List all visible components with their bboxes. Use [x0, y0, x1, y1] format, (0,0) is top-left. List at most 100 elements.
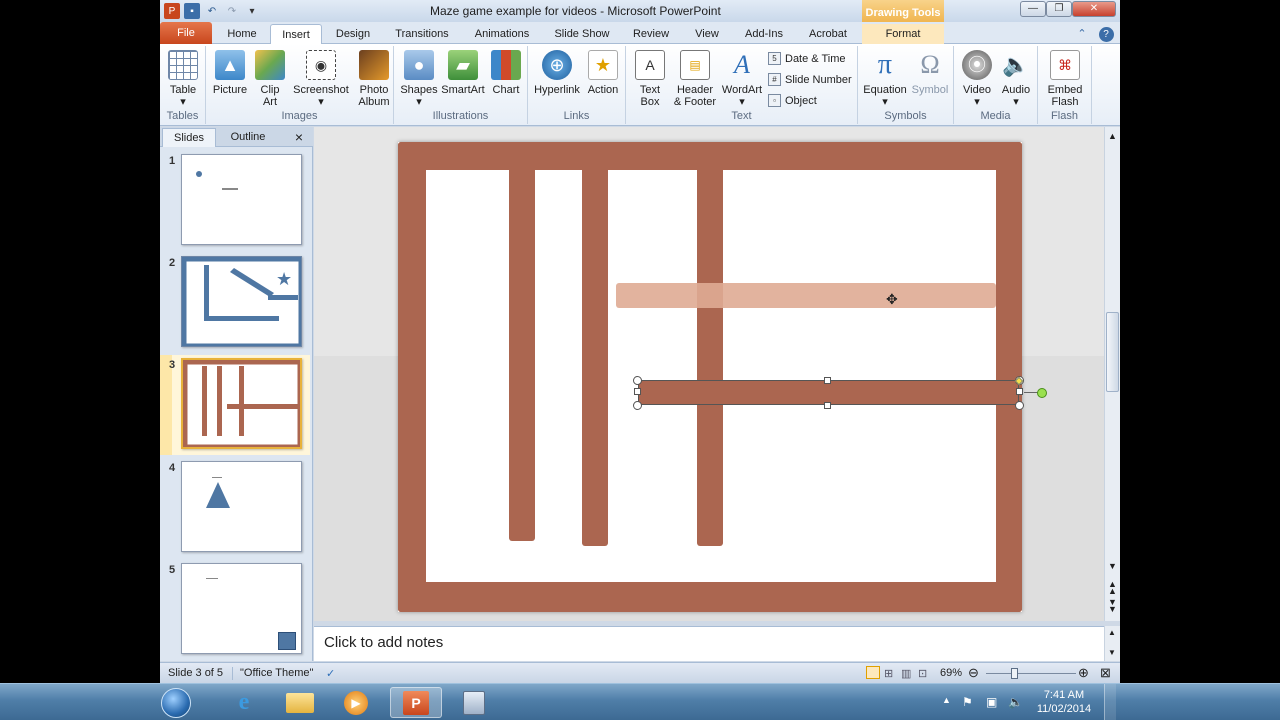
- normal-view-icon[interactable]: [866, 666, 880, 679]
- object-button[interactable]: ▫ Object: [768, 94, 817, 107]
- previous-slide-icon[interactable]: ▲ ▲: [1108, 580, 1117, 596]
- zoom-slider-thumb[interactable]: [1011, 668, 1018, 679]
- tab-design[interactable]: Design: [328, 24, 378, 44]
- taskbar-internet-explorer[interactable]: e: [218, 687, 270, 718]
- zoom-out-icon[interactable]: ⊖: [968, 665, 979, 681]
- tab-transitions[interactable]: Transitions: [386, 24, 458, 44]
- taskbar-other-app[interactable]: [448, 687, 500, 718]
- shapes-button[interactable]: ● Shapes ▾: [400, 48, 438, 108]
- action-button[interactable]: ★ Action: [584, 48, 622, 96]
- slide-thumbnail-5[interactable]: [181, 563, 302, 654]
- customize-qat-icon[interactable]: ▾: [244, 3, 260, 19]
- tab-animations[interactable]: Animations: [466, 24, 538, 44]
- slide-thumbnail-1[interactable]: [181, 154, 302, 245]
- spell-check-icon[interactable]: ✓: [326, 667, 335, 680]
- tab-format[interactable]: Format: [862, 24, 944, 44]
- slide-sorter-icon[interactable]: ⊞: [884, 667, 893, 680]
- clip-art-button[interactable]: Clip Art: [254, 48, 286, 108]
- theme-name[interactable]: "Office Theme": [240, 667, 313, 679]
- notes-placeholder[interactable]: Click to add notes: [324, 634, 443, 651]
- zoom-slider-track[interactable]: [986, 673, 1076, 674]
- minimize-button[interactable]: —: [1020, 1, 1046, 17]
- scroll-down-icon[interactable]: ▼: [1108, 648, 1116, 657]
- reading-view-icon[interactable]: ▥: [901, 667, 911, 680]
- slide-thumb-row-4[interactable]: 4: [160, 458, 313, 558]
- slide-thumbnail-2[interactable]: ★: [181, 256, 302, 347]
- smartart-button[interactable]: ▰ SmartArt: [440, 48, 486, 96]
- resize-handle-bottom-left[interactable]: [633, 401, 642, 410]
- wordart-button[interactable]: A WordArt ▾: [720, 48, 764, 109]
- tab-review[interactable]: Review: [626, 24, 676, 44]
- maze-wall-left[interactable]: [398, 142, 426, 612]
- resize-handle-top[interactable]: [824, 377, 831, 384]
- slide-number-button[interactable]: # Slide Number: [768, 73, 852, 86]
- hyperlink-button[interactable]: ⊕ Hyperlink: [532, 48, 582, 96]
- start-button[interactable]: [156, 687, 196, 718]
- redo-icon[interactable]: ↷: [224, 3, 240, 19]
- slide-canvas[interactable]: ✥: [398, 142, 1047, 612]
- tab-slides[interactable]: Slides: [162, 128, 216, 147]
- save-icon[interactable]: ▪: [184, 3, 200, 19]
- action-center-flag-icon[interactable]: ⚑: [962, 695, 973, 709]
- powerpoint-app-icon[interactable]: P: [164, 3, 180, 19]
- chart-button[interactable]: Chart: [488, 48, 524, 96]
- maze-wall-bottom[interactable]: [398, 582, 1022, 612]
- restore-button[interactable]: ❐: [1046, 1, 1072, 17]
- slide-thumb-row-5[interactable]: 5: [160, 560, 313, 660]
- resize-handle-bottom[interactable]: [824, 402, 831, 409]
- notes-scrollbar[interactable]: ▲ ▼: [1104, 626, 1120, 661]
- tab-file[interactable]: File: [160, 22, 212, 44]
- slide-thumbnail-4[interactable]: [181, 461, 302, 552]
- tab-view[interactable]: View: [686, 24, 728, 44]
- undo-icon[interactable]: ↶: [204, 3, 220, 19]
- help-icon[interactable]: ?: [1096, 24, 1116, 44]
- taskbar-powerpoint[interactable]: P: [390, 687, 442, 718]
- volume-icon[interactable]: 🔈: [1008, 695, 1023, 709]
- network-icon[interactable]: ▣: [986, 695, 997, 709]
- scroll-up-icon[interactable]: ▲: [1108, 628, 1116, 637]
- slide-show-icon[interactable]: ⊡: [918, 667, 927, 680]
- slide-thumbnail-3[interactable]: [181, 358, 302, 449]
- rotate-handle[interactable]: [1037, 388, 1047, 398]
- resize-handle-top-left[interactable]: [633, 376, 642, 385]
- maze-wall-vertical-1[interactable]: [509, 162, 535, 541]
- next-slide-icon[interactable]: ▼ ▼: [1108, 598, 1117, 614]
- tab-insert[interactable]: Insert: [270, 24, 322, 44]
- zoom-in-icon[interactable]: ⊕: [1078, 665, 1089, 681]
- tab-home[interactable]: Home: [220, 24, 264, 44]
- tab-acrobat[interactable]: Acrobat: [800, 24, 856, 44]
- photo-album-button[interactable]: Photo Album: [354, 48, 394, 108]
- taskbar-media-player[interactable]: ▶: [330, 687, 382, 718]
- tab-outline[interactable]: Outline: [218, 128, 278, 147]
- resize-handle-bottom-right[interactable]: [1015, 401, 1024, 410]
- close-panel-icon[interactable]: ×: [290, 128, 308, 147]
- show-hidden-icons[interactable]: ▲: [942, 695, 951, 705]
- system-clock[interactable]: 7:41 AM 11/02/2014: [1030, 688, 1098, 716]
- tab-slide-show[interactable]: Slide Show: [546, 24, 618, 44]
- notes-pane[interactable]: Click to add notes: [314, 626, 1104, 661]
- taskbar-windows-explorer[interactable]: [274, 687, 326, 718]
- resize-handle-right[interactable]: [1016, 388, 1023, 395]
- maze-wall-vertical-3[interactable]: [697, 162, 723, 546]
- scroll-down-icon[interactable]: ▼: [1108, 561, 1117, 571]
- minimize-ribbon-icon[interactable]: ⌃: [1072, 24, 1092, 44]
- symbol-button[interactable]: Ω Symbol: [910, 48, 950, 97]
- scroll-thumb[interactable]: [1106, 312, 1119, 392]
- fit-to-window-icon[interactable]: ⊠: [1100, 665, 1111, 681]
- scroll-up-icon[interactable]: ▲: [1108, 131, 1117, 141]
- date-time-button[interactable]: 5 Date & Time: [768, 52, 846, 65]
- embed-flash-button[interactable]: ⌘ Embed Flash: [1044, 48, 1086, 108]
- video-button[interactable]: ⦿ Video ▾: [958, 48, 996, 108]
- resize-handle-left[interactable]: [634, 388, 641, 395]
- vertical-scrollbar[interactable]: ▲ ▼ ▲ ▲ ▼ ▼: [1104, 127, 1120, 621]
- tab-add-ins[interactable]: Add-Ins: [738, 24, 790, 44]
- slide-editing-area[interactable]: ✥: [314, 127, 1104, 621]
- show-desktop-button[interactable]: [1104, 684, 1116, 720]
- close-button[interactable]: ✕: [1072, 1, 1116, 17]
- header-footer-button[interactable]: ▤ Header & Footer: [672, 48, 718, 108]
- screenshot-button[interactable]: ◉ Screenshot ▾: [292, 48, 350, 108]
- slide-thumb-row-3-selected[interactable]: 3: [160, 355, 313, 455]
- audio-button[interactable]: 🔈 Audio ▾: [998, 48, 1034, 109]
- zoom-level[interactable]: 69%: [940, 667, 962, 679]
- picture-button[interactable]: ▲ Picture: [212, 48, 248, 96]
